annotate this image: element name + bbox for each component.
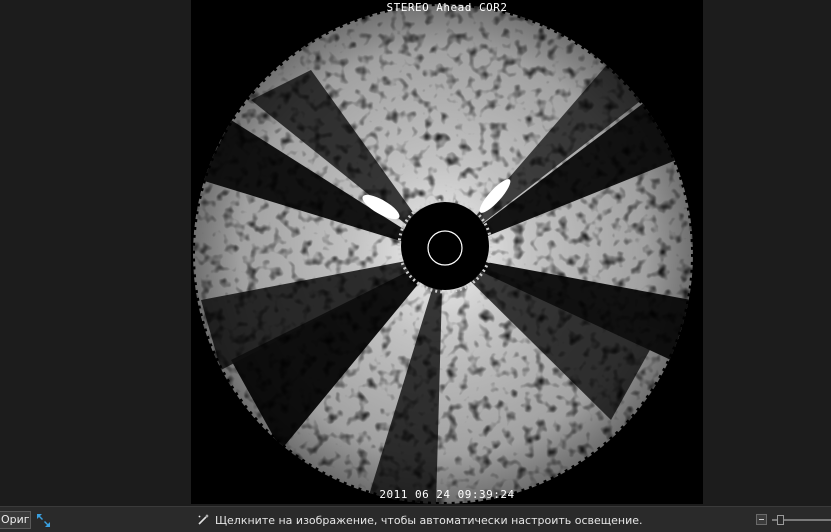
status-bar: Оригинал Щелкните на изображение, чтобы …: [0, 506, 831, 532]
expand-arrows-icon[interactable]: [35, 512, 52, 529]
zoom-slider[interactable]: [772, 515, 831, 525]
coronagraph-image[interactable]: STEREO Ahead COR2 2011 06 24 09:39:24: [191, 0, 703, 504]
coronagraph-graphic: [191, 0, 699, 504]
image-timestamp-overlay: 2011 06 24 09:39:24: [379, 488, 515, 501]
zoom-out-button[interactable]: [756, 514, 767, 525]
original-size-button[interactable]: Оригинал: [0, 511, 31, 529]
hint-message: Щелкните на изображение, чтобы автоматич…: [196, 512, 643, 528]
hint-text: Щелкните на изображение, чтобы автоматич…: [215, 513, 643, 527]
photo-viewer: STEREO Ahead COR2 2011 06 24 09:39:24: [0, 0, 831, 506]
zoom-thumb[interactable]: [777, 515, 784, 525]
magic-wand-icon: [196, 513, 210, 527]
image-title-overlay: STEREO Ahead COR2: [386, 1, 508, 14]
